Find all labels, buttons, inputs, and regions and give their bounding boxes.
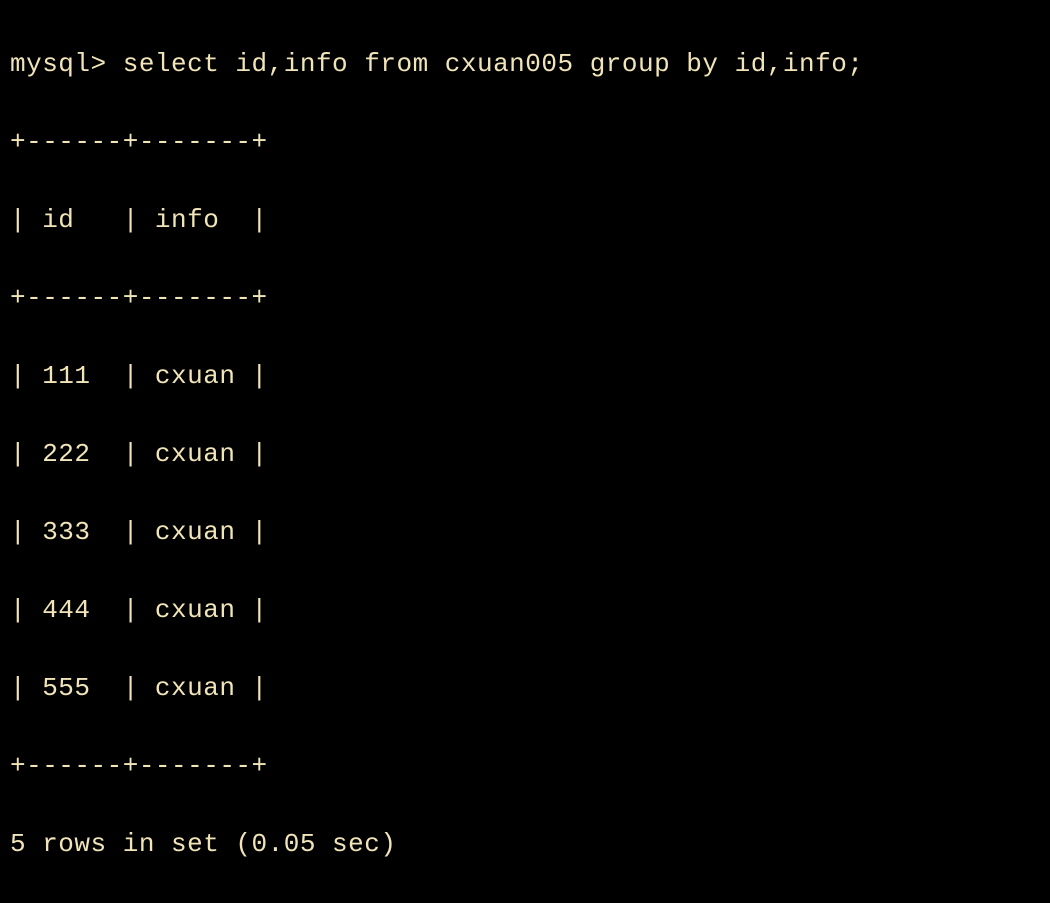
table-border-bottom: +------+-------+ (10, 747, 1040, 786)
table-row: | 111 | cxuan | (10, 357, 1040, 396)
query-status: 5 rows in set (0.05 sec) (10, 825, 1040, 864)
sql-query: select id,info from cxuan005 group by id… (123, 49, 864, 79)
query-line: mysql> select id,info from cxuan005 grou… (10, 45, 1040, 84)
mysql-terminal[interactable]: mysql> select id,info from cxuan005 grou… (10, 6, 1040, 903)
table-border-mid: +------+-------+ (10, 279, 1040, 318)
mysql-prompt: mysql> (10, 49, 123, 79)
table-header: | id | info | (10, 201, 1040, 240)
table-row: | 222 | cxuan | (10, 435, 1040, 474)
table-border-top: +------+-------+ (10, 123, 1040, 162)
table-row: | 555 | cxuan | (10, 669, 1040, 708)
table-row: | 444 | cxuan | (10, 591, 1040, 630)
table-row: | 333 | cxuan | (10, 513, 1040, 552)
